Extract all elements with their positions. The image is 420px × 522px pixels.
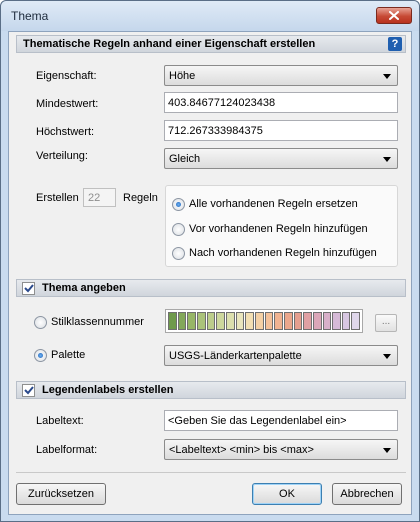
palette-dropdown-value: USGS-Länderkartenpalette bbox=[169, 350, 302, 362]
color-swatch bbox=[303, 312, 312, 330]
style-class-label[interactable]: Stilklassennummer bbox=[51, 316, 144, 328]
rules-label: Regeln bbox=[123, 192, 158, 204]
palette-dropdown[interactable]: USGS-Länderkartenpalette bbox=[164, 345, 398, 366]
color-swatch bbox=[332, 312, 341, 330]
distribution-dropdown-value: Gleich bbox=[169, 153, 201, 165]
color-swatch bbox=[235, 312, 245, 330]
property-dropdown-value: Höhe bbox=[169, 70, 196, 82]
labelformat-dropdown[interactable]: <Labeltext> <min> bis <max> bbox=[164, 439, 398, 460]
chevron-down-icon bbox=[383, 448, 391, 453]
close-icon bbox=[389, 11, 399, 20]
theme-section-title: Thema angeben bbox=[42, 282, 126, 294]
checkmark-icon bbox=[24, 386, 34, 395]
max-value-input[interactable]: 712.267333984375 bbox=[164, 120, 398, 141]
property-label: Eigenschaft: bbox=[36, 70, 97, 82]
dialog-window: Thema Thematische Regeln anhand einer Ei… bbox=[0, 0, 420, 522]
palette-label[interactable]: Palette bbox=[51, 349, 85, 361]
labeltext-label: Labeltext: bbox=[36, 415, 84, 427]
color-swatch bbox=[168, 312, 177, 330]
cancel-button[interactable]: Abbrechen bbox=[332, 483, 402, 505]
radio-replace-rules[interactable] bbox=[172, 198, 185, 211]
radio-add-before[interactable] bbox=[172, 223, 185, 236]
distribution-label: Verteilung: bbox=[36, 150, 88, 162]
chevron-down-icon bbox=[383, 74, 391, 79]
color-swatch bbox=[283, 312, 293, 330]
close-button[interactable] bbox=[376, 7, 412, 24]
color-swatch bbox=[225, 312, 235, 330]
rules-count-input[interactable]: 22 bbox=[83, 188, 116, 207]
labeltext-input[interactable]: <Geben Sie das Legendenlabel ein> bbox=[164, 410, 398, 431]
color-swatch bbox=[312, 312, 322, 330]
legend-section-title: Legendenlabels erstellen bbox=[42, 384, 174, 396]
labeltext-value: <Geben Sie das Legendenlabel ein> bbox=[168, 415, 347, 427]
radio-palette[interactable] bbox=[34, 349, 47, 362]
color-swatch bbox=[206, 312, 216, 330]
color-swatch bbox=[216, 312, 225, 330]
radio-replace-rules-label[interactable]: Alle vorhandenen Regeln ersetzen bbox=[189, 198, 358, 210]
ellipsis-button[interactable]: ... bbox=[375, 314, 397, 332]
property-dropdown[interactable]: Höhe bbox=[164, 65, 398, 86]
radio-add-before-label[interactable]: Vor vorhandenen Regeln hinzufügen bbox=[189, 223, 368, 235]
color-swatch bbox=[322, 312, 332, 330]
legend-section-header: Legendenlabels erstellen bbox=[16, 381, 406, 399]
color-swatch bbox=[341, 312, 351, 330]
labelformat-dropdown-value: <Labeltext> <min> bis <max> bbox=[169, 444, 314, 456]
theme-checkbox[interactable] bbox=[22, 282, 35, 295]
title-bar[interactable]: Thema bbox=[1, 1, 419, 31]
distribution-dropdown[interactable]: Gleich bbox=[164, 148, 398, 169]
dialog-client-area: Thematische Regeln anhand einer Eigensch… bbox=[8, 31, 412, 515]
window-title: Thema bbox=[11, 9, 49, 23]
rules-section-header: Thematische Regeln anhand einer Eigensch… bbox=[16, 35, 406, 53]
color-swatch bbox=[245, 312, 254, 330]
help-icon[interactable]: ? bbox=[388, 37, 402, 51]
min-value-text: 403.84677124023438 bbox=[168, 97, 276, 109]
chevron-down-icon bbox=[383, 354, 391, 359]
color-swatch bbox=[187, 312, 196, 330]
chevron-down-icon bbox=[383, 157, 391, 162]
footer-divider bbox=[16, 472, 406, 473]
reset-button[interactable]: Zurücksetzen bbox=[16, 483, 106, 505]
color-ramp-preview[interactable] bbox=[165, 309, 363, 333]
radio-add-after[interactable] bbox=[172, 247, 185, 260]
ok-button[interactable]: OK bbox=[252, 483, 322, 505]
radio-add-after-label[interactable]: Nach vorhandenen Regeln hinzufügen bbox=[189, 247, 377, 259]
theme-section-header: Thema angeben bbox=[16, 279, 406, 297]
color-swatch bbox=[177, 312, 187, 330]
rules-count-value: 22 bbox=[88, 192, 101, 204]
min-value-input[interactable]: 403.84677124023438 bbox=[164, 92, 398, 113]
rules-section-title: Thematische Regeln anhand einer Eigensch… bbox=[23, 38, 316, 50]
color-swatch bbox=[351, 312, 361, 330]
color-swatch bbox=[264, 312, 274, 330]
max-value-label: Höchstwert: bbox=[36, 126, 95, 138]
color-swatch bbox=[196, 312, 206, 330]
radio-style-class[interactable] bbox=[34, 316, 47, 329]
rule-mode-group: Alle vorhandenen Regeln ersetzen Vor vor… bbox=[165, 185, 398, 267]
create-label: Erstellen bbox=[36, 192, 79, 204]
max-value-text: 712.267333984375 bbox=[168, 125, 263, 137]
min-value-label: Mindestwert: bbox=[36, 98, 99, 110]
legend-checkbox[interactable] bbox=[22, 384, 35, 397]
color-swatch bbox=[274, 312, 283, 330]
checkmark-icon bbox=[24, 284, 34, 293]
color-swatch bbox=[254, 312, 264, 330]
color-swatch bbox=[293, 312, 303, 330]
labelformat-label: Labelformat: bbox=[36, 444, 98, 456]
